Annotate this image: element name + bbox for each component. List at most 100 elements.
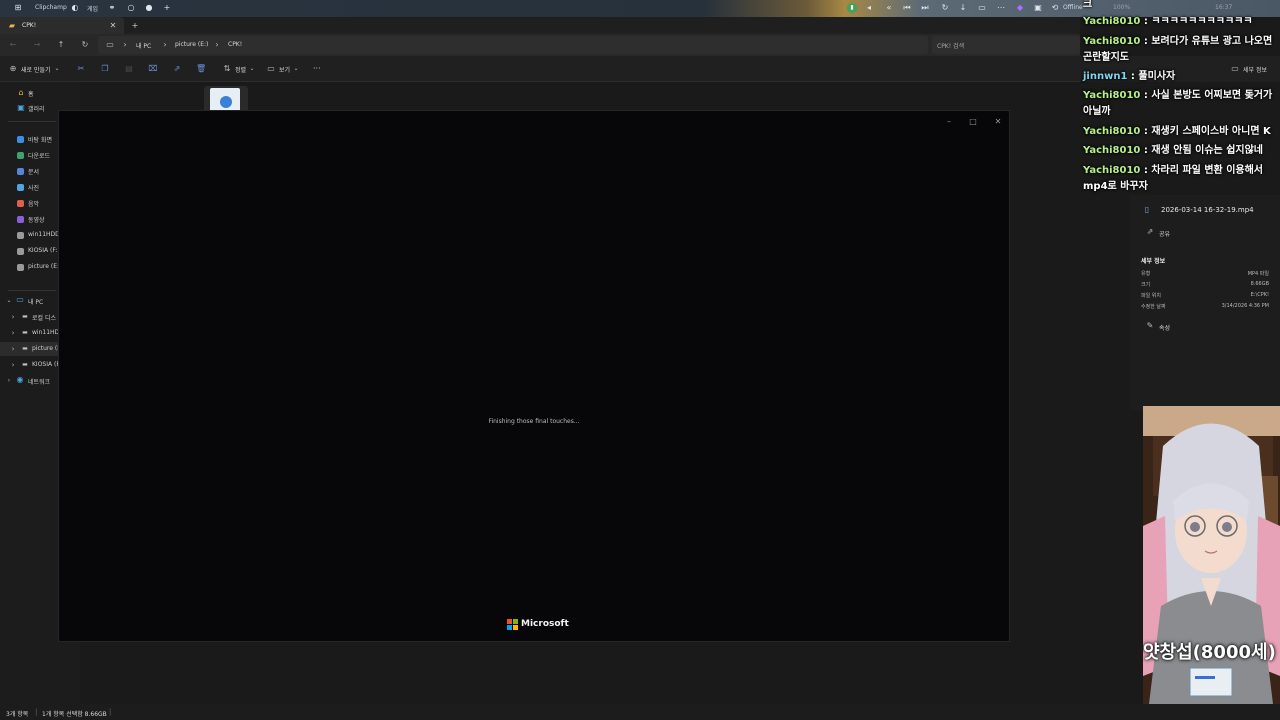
windows-start-icon[interactable]: ⊞ (13, 3, 23, 13)
folder-icon[interactable]: ▭ (977, 3, 987, 13)
chat-app-icon[interactable]: ◆ (1015, 3, 1025, 13)
sidebar-item[interactable]: 동영상 (28, 215, 45, 224)
sync-icon[interactable]: ⟲ (1050, 3, 1060, 13)
breadcrumb-picture[interactable]: picture (E:) (175, 41, 208, 48)
sidebar-item[interactable]: 문서 (28, 167, 39, 176)
stream-chat-overlay: 크 Yachi8010 : ㅋㅋㅋㅋㅋㅋㅋㅋㅋㅋㅋ Yachi8010 : 보려다가… (1080, 0, 1280, 196)
repeat-icon[interactable]: ↻ (940, 3, 950, 13)
search-input[interactable]: CPK! 검색 (932, 36, 1080, 54)
delete-icon[interactable]: 🗑 (196, 64, 206, 74)
link-icon[interactable]: ⚭ (107, 3, 117, 13)
detail-label: 파일 위치 (1141, 293, 1161, 299)
chat-separator: : (1140, 126, 1152, 137)
maximize-icon[interactable]: □ (968, 117, 978, 127)
chat-text: ㅋㅋㅋㅋㅋㅋㅋㅋㅋㅋㅋ (1151, 16, 1253, 27)
chevron-right-icon[interactable]: › (8, 360, 18, 370)
quick-access-icon (17, 264, 24, 271)
status-separator: | (109, 708, 112, 716)
streamer-name: 얏창섭(8000세) (1143, 642, 1276, 663)
paste-icon[interactable]: ▤ (124, 64, 134, 74)
monitor-icon: ▭ (106, 40, 114, 49)
back-icon[interactable]: ← (8, 40, 18, 50)
more-options-button[interactable]: ··· (313, 64, 321, 73)
refresh-icon[interactable]: ↻ (80, 40, 90, 50)
command-bar: ⊕ 새로 만들기 ⌄ ✂ ❐ ▤ ⌧ ⇗ 🗑 ⇅ 정렬 ⌄ ▭ 보기 ⌄ ··· (0, 56, 1080, 82)
taskbar-game[interactable]: 게임 (87, 4, 98, 13)
gamepad-icon[interactable]: ◐ (70, 3, 80, 13)
microsoft-logo-icon (507, 619, 518, 630)
person-icon[interactable]: ● (144, 3, 154, 13)
drive-icon: ▬ (22, 329, 28, 336)
tree-item[interactable]: KIOSIA (F (32, 361, 60, 368)
sidebar-item[interactable]: 사진 (28, 183, 39, 192)
minimize-icon[interactable]: – (944, 117, 954, 127)
sort-button[interactable]: 정렬 (235, 65, 246, 74)
tree-item[interactable]: win11HDI (32, 329, 61, 336)
chevron-down-icon[interactable]: ⌄ (4, 296, 14, 306)
quick-access-icon (17, 200, 24, 207)
sidebar-item[interactable]: picture (E:) (28, 263, 61, 270)
detail-label: 수정한 날짜 (1141, 304, 1166, 310)
streamer-avatar: 얏창섭(8000세) (1143, 406, 1280, 704)
chevron-right-icon[interactable]: › (4, 376, 14, 386)
breadcrumb-cpk[interactable]: CPK! (228, 41, 242, 48)
status-green-icon[interactable]: ▮ (847, 3, 857, 13)
new-button[interactable]: 새로 만들기 (21, 65, 51, 74)
prev-icon[interactable]: ◂ (864, 3, 874, 13)
circle-icon[interactable]: ○ (126, 3, 136, 13)
properties-icon: ✎ (1146, 321, 1154, 330)
sidebar-item[interactable]: KIOSIA (F:) (28, 247, 60, 254)
cut-icon[interactable]: ✂ (76, 64, 86, 74)
sidebar-item-this-pc[interactable]: 내 PC (28, 297, 43, 306)
skip-forward-icon[interactable]: ⏭ (920, 3, 930, 13)
chevron-right-icon[interactable]: › (8, 312, 18, 322)
quick-access-icon (17, 216, 24, 223)
sidebar-item[interactable]: 다운로드 (28, 151, 50, 160)
tab-cpk[interactable]: ▰ CPK! ✕ (0, 17, 124, 34)
search-placeholder: CPK! 검색 (937, 43, 965, 50)
sidebar-item[interactable]: 바탕 화면 (28, 135, 52, 144)
status-separator: | (35, 708, 38, 716)
close-icon[interactable]: ✕ (993, 117, 1003, 127)
share-button[interactable]: 공유 (1159, 229, 1170, 238)
chevron-right-icon: › (215, 40, 219, 49)
plus-icon[interactable]: + (162, 3, 172, 13)
forward-icon[interactable]: → (32, 40, 42, 50)
chevron-right-icon: › (123, 40, 127, 49)
properties-button[interactable]: 속성 (1159, 323, 1170, 332)
loading-message: Finishing those final touches... (488, 418, 580, 425)
chevron-right-icon[interactable]: › (8, 344, 18, 354)
share-icon[interactable]: ⇗ (172, 64, 182, 74)
download-icon[interactable]: ↓ (958, 3, 968, 13)
quick-access-icon (17, 168, 24, 175)
details-filename: 2026-03-14 16-32-19.mp4 (1161, 206, 1254, 214)
up-icon[interactable]: ↑ (56, 40, 66, 50)
tree-item[interactable]: 로컬 디스 (32, 313, 56, 322)
pc-icon: ▭ (16, 295, 24, 304)
breadcrumb-this-pc[interactable]: 내 PC (136, 41, 151, 50)
sidebar-item[interactable]: 음악 (28, 199, 39, 208)
chevron-right-icon: › (163, 40, 167, 49)
sidebar-item-network[interactable]: 네트워크 (28, 377, 50, 386)
drive-icon: ▬ (22, 313, 28, 320)
more-icon[interactable]: ⋯ (996, 3, 1006, 13)
navigation-bar: ← → ↑ ↻ ▭ › 내 PC › picture (E:) › CPK! C… (0, 34, 1080, 56)
skip-back-icon[interactable]: ⏮ (902, 3, 912, 13)
view-button[interactable]: 보기 (279, 65, 290, 74)
sidebar-item[interactable]: win11HDD (28, 231, 60, 238)
chat-text: 풀미사자 (1138, 71, 1176, 82)
tree-item[interactable]: picture (E (32, 345, 61, 352)
close-tab-icon[interactable]: ✕ (108, 21, 118, 31)
chevron-right-icon[interactable]: › (8, 328, 18, 338)
chevron-down-icon: ⌄ (249, 65, 255, 72)
rewind-icon[interactable]: « (884, 3, 894, 13)
record-icon[interactable]: ▣ (1033, 3, 1043, 13)
taskbar-clipchamp[interactable]: Clipchamp (35, 4, 67, 11)
quick-access-icon (17, 248, 24, 255)
new-tab-icon[interactable]: + (130, 21, 140, 31)
rename-icon[interactable]: ⌧ (148, 64, 158, 74)
copy-icon[interactable]: ❐ (100, 64, 110, 74)
address-bar[interactable]: ▭ › 내 PC › picture (E:) › CPK! (98, 36, 928, 54)
sidebar-item-home[interactable]: 홈 (28, 89, 34, 98)
sidebar-item-gallery[interactable]: 갤러리 (28, 104, 45, 113)
